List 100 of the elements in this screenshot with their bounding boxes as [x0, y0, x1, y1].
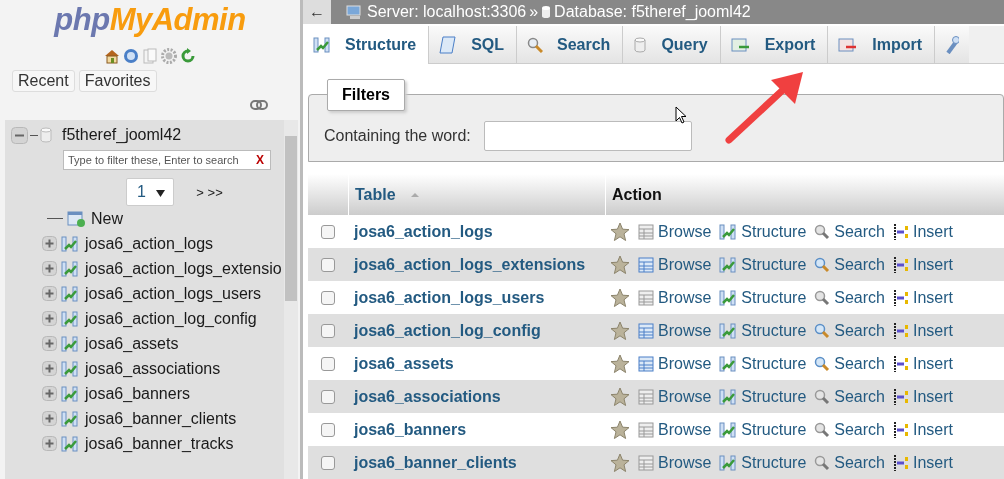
filter-field[interactable]: Type to filter these, Enter to search X: [63, 150, 271, 170]
structure-link[interactable]: Structure: [719, 255, 807, 274]
table-structure-icon[interactable]: [61, 310, 79, 327]
clear-button[interactable]: X: [250, 153, 270, 167]
star-icon[interactable]: [610, 353, 630, 374]
table-name-link[interactable]: josa6_action_logs_users: [354, 288, 545, 307]
insert-link[interactable]: Insert: [893, 420, 953, 439]
search-link[interactable]: Search: [814, 453, 885, 472]
star-icon[interactable]: [610, 254, 630, 275]
table-structure-icon[interactable]: [61, 360, 79, 377]
expand-toggle[interactable]: [42, 236, 57, 251]
row-checkbox[interactable]: [321, 422, 335, 437]
row-checkbox[interactable]: [321, 356, 335, 371]
database-link[interactable]: Database: f5theref_jooml42: [554, 3, 751, 21]
browse-link[interactable]: Browse: [638, 321, 712, 340]
browse-link[interactable]: Browse: [638, 420, 712, 439]
search-link[interactable]: Search: [814, 255, 885, 274]
row-checkbox[interactable]: [321, 290, 335, 305]
tab[interactable]: Export: [720, 26, 829, 63]
insert-link[interactable]: Insert: [893, 354, 953, 373]
column-header[interactable]: Table: [355, 185, 396, 204]
new-table-link[interactable]: New: [91, 209, 123, 228]
server-link[interactable]: Server: localhost:3306: [367, 3, 527, 21]
document-icon[interactable]: [142, 48, 158, 64]
star-icon[interactable]: [610, 419, 630, 440]
browse-link[interactable]: Browse: [638, 453, 712, 472]
expand-toggle[interactable]: [42, 411, 57, 426]
wrench-icon[interactable]: [945, 35, 960, 54]
insert-link[interactable]: Insert: [893, 222, 953, 241]
tab[interactable]: Import: [828, 26, 936, 63]
star-icon[interactable]: [610, 287, 630, 308]
structure-link[interactable]: Structure: [719, 222, 807, 241]
new-table-icon[interactable]: [67, 210, 85, 227]
nav-button[interactable]: Recent: [12, 70, 75, 92]
browse-link[interactable]: Browse: [638, 387, 712, 406]
expand-toggle[interactable]: [42, 436, 57, 451]
expand-toggle[interactable]: [42, 336, 57, 351]
insert-link[interactable]: Insert: [893, 321, 953, 340]
search-link[interactable]: Search: [814, 387, 885, 406]
table-name-link[interactable]: josa6_action_logs: [354, 222, 493, 241]
reload-icon[interactable]: [180, 48, 196, 64]
scrollbar[interactable]: [284, 120, 298, 479]
row-checkbox[interactable]: [321, 257, 335, 272]
table-structure-icon[interactable]: [61, 385, 79, 402]
star-icon[interactable]: [610, 386, 630, 407]
table-name-link[interactable]: josa6_associations: [354, 387, 501, 406]
row-checkbox[interactable]: [321, 455, 335, 470]
browse-link[interactable]: Browse: [638, 288, 712, 307]
search-link[interactable]: Search: [814, 288, 885, 307]
browse-link[interactable]: Browse: [638, 354, 712, 373]
table-structure-icon[interactable]: [61, 285, 79, 302]
expand-toggle[interactable]: [42, 286, 57, 301]
filter-input[interactable]: [483, 121, 692, 151]
home-icon[interactable]: [104, 48, 120, 64]
collapse-toggle[interactable]: [11, 126, 28, 144]
table-link[interactable]: josa6_banner_clients: [85, 409, 237, 428]
row-checkbox[interactable]: [321, 389, 335, 404]
search-link[interactable]: Search: [814, 354, 885, 373]
table-link[interactable]: josa6_banners: [85, 384, 190, 403]
table-link[interactable]: josa6_assets: [85, 334, 179, 353]
table-structure-icon[interactable]: [61, 335, 79, 352]
table-link[interactable]: josa6_action_logs_extensio: [85, 259, 282, 278]
structure-link[interactable]: Structure: [719, 420, 807, 439]
database-name[interactable]: f5theref_jooml42: [62, 126, 182, 144]
table-link[interactable]: josa6_associations: [85, 359, 221, 378]
page-select[interactable]: 1: [126, 178, 175, 206]
help-icon[interactable]: [123, 48, 139, 64]
logo[interactable]: phpMyAdmin: [54, 2, 246, 38]
sort-icon[interactable]: [409, 191, 420, 198]
insert-link[interactable]: Insert: [893, 453, 953, 472]
browse-link[interactable]: Browse: [638, 255, 712, 274]
table-structure-icon[interactable]: [61, 435, 79, 452]
star-icon[interactable]: [610, 320, 630, 341]
nav-button[interactable]: Favorites: [78, 70, 157, 92]
table-link[interactable]: josa6_banner_tracks: [85, 434, 234, 453]
tab[interactable]: Search: [517, 26, 624, 63]
star-icon[interactable]: [610, 221, 630, 242]
table-structure-icon[interactable]: [61, 410, 79, 427]
expand-toggle[interactable]: [42, 311, 57, 326]
structure-link[interactable]: Structure: [719, 354, 807, 373]
table-name-link[interactable]: josa6_action_log_config: [354, 321, 541, 340]
tab[interactable]: SQL: [429, 26, 517, 63]
expand-toggle[interactable]: [42, 386, 57, 401]
insert-link[interactable]: Insert: [893, 387, 953, 406]
tab[interactable]: Structure: [303, 26, 430, 64]
tab[interactable]: Query: [623, 26, 721, 63]
table-structure-icon[interactable]: [61, 235, 79, 252]
expand-toggle[interactable]: [42, 261, 57, 276]
table-link[interactable]: josa6_action_logs_users: [85, 284, 262, 303]
structure-link[interactable]: Structure: [719, 453, 807, 472]
table-structure-icon[interactable]: [61, 260, 79, 277]
search-link[interactable]: Search: [814, 420, 885, 439]
row-checkbox[interactable]: [321, 224, 335, 239]
back-button[interactable]: ←: [303, 0, 331, 24]
insert-link[interactable]: Insert: [893, 288, 953, 307]
structure-link[interactable]: Structure: [719, 321, 807, 340]
table-name-link[interactable]: josa6_action_logs_extensions: [354, 255, 586, 274]
structure-link[interactable]: Structure: [719, 387, 807, 406]
table-link[interactable]: josa6_action_log_config: [85, 309, 257, 328]
structure-link[interactable]: Structure: [719, 288, 807, 307]
